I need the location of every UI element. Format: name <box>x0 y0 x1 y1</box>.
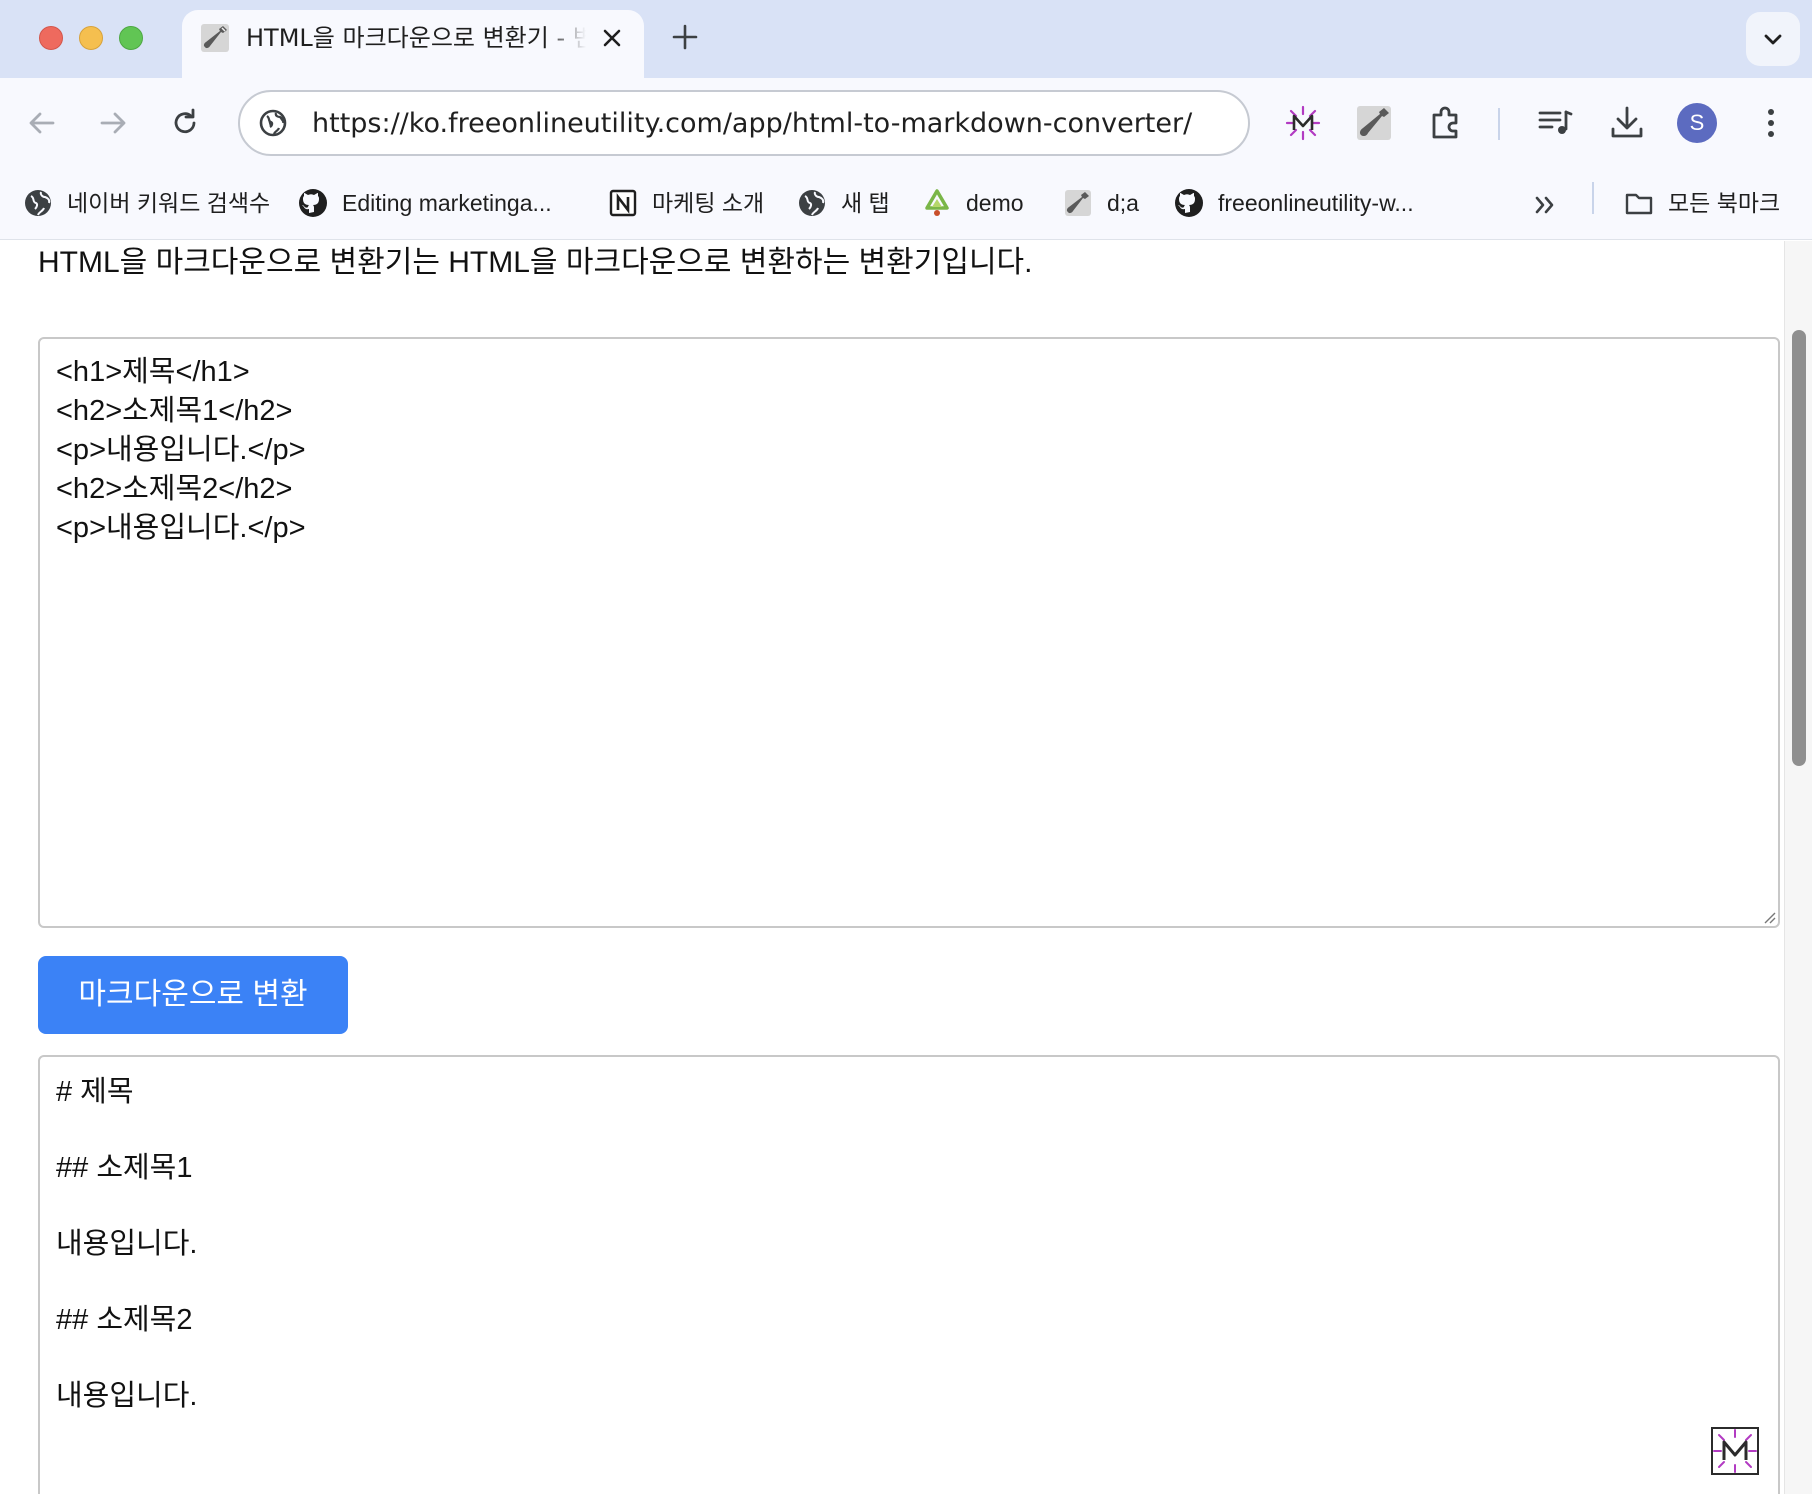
active-tab[interactable]: HTML을 마크다운으로 변환기 - 변환기 | FreeOnlineUtili… <box>182 10 644 78</box>
all-bookmarks-button[interactable]: 모든 북마크 <box>1624 182 1780 224</box>
chevron-down-icon <box>1764 34 1782 45</box>
scrollbar-thumb[interactable] <box>1792 330 1806 766</box>
close-window-button[interactable] <box>39 26 63 50</box>
bookmark-label: 새 탭 <box>841 190 890 216</box>
markdown-line: ## 소제목1 <box>56 1152 193 1184</box>
download-icon[interactable] <box>1606 102 1648 144</box>
arrow-left-icon <box>29 112 55 134</box>
tab-strip: HTML을 마크다운으로 변환기 - 변환기 | FreeOnlineUtili… <box>0 0 1812 78</box>
markdown-output[interactable]: # 제목 ## 소제목1 내용입니다. ## 소제목2 내용입니다. <box>38 1055 1780 1494</box>
back-button[interactable] <box>21 102 63 144</box>
bookmark-marketing-intro[interactable]: 마케팅 소개 <box>608 182 764 224</box>
recycle-icon <box>925 189 949 216</box>
bookmark-label: Editing marketinga... <box>342 190 552 216</box>
markdown-line: # 제목 <box>56 1076 134 1108</box>
folder-icon <box>1625 193 1653 215</box>
extensions-puzzle-icon[interactable] <box>1425 102 1467 144</box>
github-icon <box>1175 189 1203 217</box>
more-menu-icon[interactable] <box>1750 102 1792 144</box>
bookmark-label: freeonlineutility-w... <box>1218 190 1414 216</box>
globe-icon <box>799 190 825 216</box>
all-bookmarks-label: 모든 북마크 <box>1668 190 1781 216</box>
more-bookmarks-chevron-icon[interactable] <box>1530 190 1560 220</box>
forward-button[interactable] <box>92 102 134 144</box>
markdown-line: 내용입니다. <box>56 1380 198 1412</box>
bookmark-label: 네이버 키워드 검색수 <box>67 190 271 216</box>
zoom-window-button[interactable] <box>119 26 143 50</box>
markdown-line: ## 소제목2 <box>56 1304 193 1336</box>
bookmark-editing-marketinga[interactable]: Editing marketinga... <box>298 182 552 224</box>
notion-icon <box>609 189 637 217</box>
tab-search-button[interactable] <box>1746 12 1800 66</box>
wrench-icon <box>201 24 229 52</box>
page-description: HTML을 마크다운으로 변환기는 HTML을 마크다운으로 변환하는 변환기입… <box>38 246 1033 279</box>
bookmarks-separator <box>1592 182 1594 214</box>
close-tab-icon[interactable] <box>598 24 626 52</box>
markdown-line: 내용입니다. <box>56 1228 198 1260</box>
markdown-logo-icon[interactable] <box>1711 1427 1759 1475</box>
browser-toolbar: https://ko.freeonlineutility.com/app/htm… <box>0 78 1812 168</box>
arrow-right-icon <box>100 112 126 134</box>
site-info-icon[interactable] <box>258 108 288 138</box>
profile-avatar[interactable]: S <box>1677 103 1717 143</box>
html-input-textarea[interactable] <box>38 337 1780 928</box>
bookmark-label: demo <box>966 190 1024 216</box>
bookmark-label: 마케팅 소개 <box>652 190 765 216</box>
tab-title: HTML을 마크다운으로 변환기 - 변환기 | FreeOnlineUtili… <box>246 24 586 52</box>
reload-button[interactable] <box>164 102 206 144</box>
toolbar-separator <box>1498 108 1500 140</box>
url-text[interactable]: https://ko.freeonlineutility.com/app/htm… <box>312 106 1232 142</box>
bookmark-d-a[interactable]: d;a <box>1063 182 1139 224</box>
bookmarks-bar: 네이버 키워드 검색수 Editing marketinga... 마케팅 소개… <box>0 168 1812 240</box>
address-bar[interactable]: https://ko.freeonlineutility.com/app/htm… <box>238 90 1250 156</box>
wrench-icon <box>1065 190 1091 216</box>
convert-to-markdown-button[interactable]: 마크다운으로 변환 <box>38 956 348 1034</box>
bookmark-new-tab[interactable]: 새 탭 <box>797 182 890 224</box>
markdown-extension-icon[interactable] <box>1282 102 1324 144</box>
reload-icon <box>174 108 196 134</box>
bookmark-label: d;a <box>1107 190 1139 216</box>
new-tab-icon[interactable] <box>670 22 700 52</box>
bookmark-freeonlineutility[interactable]: freeonlineutility-w... <box>1174 182 1414 224</box>
github-icon <box>299 189 327 217</box>
media-controls-icon[interactable] <box>1534 102 1576 144</box>
bookmark-demo[interactable]: demo <box>922 182 1024 224</box>
minimize-window-button[interactable] <box>79 26 103 50</box>
wrench-extension-icon[interactable] <box>1353 102 1395 144</box>
globe-icon <box>25 190 51 216</box>
bookmark-naver-keyword[interactable]: 네이버 키워드 검색수 <box>23 182 270 224</box>
resize-handle-icon[interactable] <box>1760 908 1776 924</box>
